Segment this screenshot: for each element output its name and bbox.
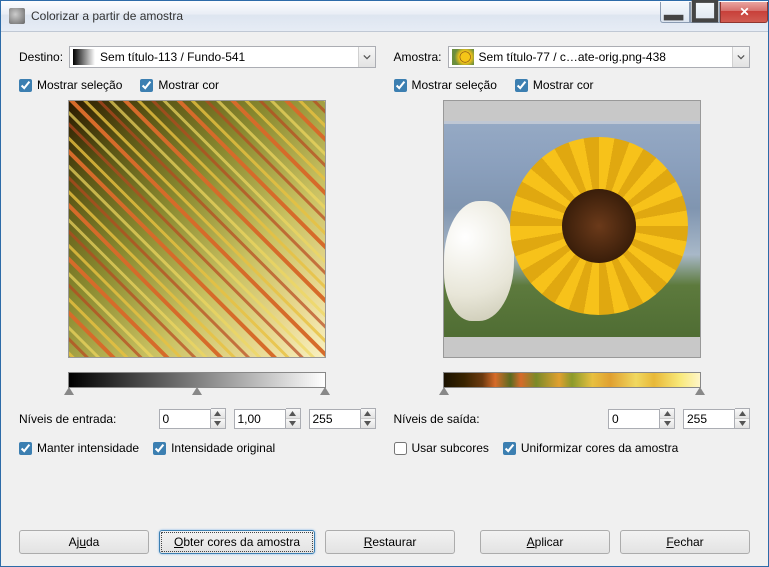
destination-thumb — [73, 49, 95, 65]
help-button[interactable]: Ajuda — [19, 530, 149, 554]
spin-down-icon[interactable] — [361, 419, 375, 428]
keep-intensity-checkbox[interactable]: Manter intensidade — [19, 441, 139, 455]
use-subcolors-checkbox[interactable]: Usar subcores — [394, 441, 489, 455]
output-levels-label: Níveis de saída: — [394, 412, 601, 426]
close-button[interactable] — [720, 2, 768, 23]
app-icon — [9, 8, 25, 24]
sunflower-center — [562, 189, 636, 263]
destination-column: Destino: Sem título-113 / Fundo-541 Most… — [19, 46, 376, 506]
destination-combo[interactable]: Sem título-113 / Fundo-541 — [69, 46, 375, 68]
output-level-high[interactable] — [683, 408, 750, 429]
smooth-samples-checkbox[interactable]: Uniformizar cores da amostra — [503, 441, 678, 455]
get-sample-colors-button[interactable]: Obter cores da amostra — [159, 530, 315, 554]
destination-label: Destino: — [19, 50, 63, 64]
dest-show-color-checkbox[interactable]: Mostrar cor — [140, 78, 219, 92]
sample-preview — [443, 100, 701, 358]
marker-low[interactable] — [439, 387, 449, 395]
white-flower — [444, 201, 514, 321]
spin-up-icon[interactable] — [735, 409, 749, 419]
sample-column: Amostra: Sem título-77 / c…ate-orig.png-… — [394, 46, 751, 506]
marker-low[interactable] — [64, 387, 74, 395]
window-title: Colorizar a partir de amostra — [31, 9, 660, 23]
spin-down-icon[interactable] — [286, 419, 300, 428]
sample-show-selection-checkbox[interactable]: Mostrar seleção — [394, 78, 497, 92]
spin-up-icon[interactable] — [361, 409, 375, 419]
original-intensity-checkbox[interactable]: Intensidade original — [153, 441, 275, 455]
spin-up-icon[interactable] — [211, 409, 225, 419]
marker-gamma[interactable] — [192, 387, 202, 395]
spin-up-icon[interactable] — [660, 409, 674, 419]
sample-combo[interactable]: Sem título-77 / c…ate-orig.png-438 — [448, 46, 750, 68]
chevron-down-icon[interactable] — [358, 47, 375, 67]
destination-preview — [68, 100, 326, 358]
input-level-gamma[interactable] — [234, 408, 301, 429]
sample-thumb — [452, 49, 474, 65]
dest-show-selection-checkbox[interactable]: Mostrar seleção — [19, 78, 122, 92]
sample-show-color-checkbox[interactable]: Mostrar cor — [515, 78, 594, 92]
minimize-button[interactable] — [660, 2, 690, 23]
sample-combo-text: Sem título-77 / c…ate-orig.png-438 — [479, 50, 732, 64]
apply-button[interactable]: Aplicar — [480, 530, 610, 554]
input-level-low[interactable] — [159, 408, 226, 429]
close-button-action[interactable]: Fechar — [620, 530, 750, 554]
spin-down-icon[interactable] — [735, 419, 749, 428]
maximize-button[interactable] — [690, 2, 720, 23]
marker-high[interactable] — [695, 387, 705, 395]
output-level-low[interactable] — [608, 408, 675, 429]
titlebar: Colorizar a partir de amostra — [1, 1, 768, 32]
spin-down-icon[interactable] — [660, 419, 674, 428]
sample-gradient[interactable] — [443, 372, 701, 388]
sample-label: Amostra: — [394, 50, 442, 64]
spin-down-icon[interactable] — [211, 419, 225, 428]
chevron-down-icon[interactable] — [732, 47, 749, 67]
destination-combo-text: Sem título-113 / Fundo-541 — [100, 50, 357, 64]
spin-up-icon[interactable] — [286, 409, 300, 419]
input-levels-label: Níveis de entrada: — [19, 412, 151, 426]
destination-gradient[interactable] — [68, 372, 326, 388]
reset-button[interactable]: Restaurar — [325, 530, 455, 554]
input-level-high[interactable] — [309, 408, 376, 429]
marker-high[interactable] — [320, 387, 330, 395]
